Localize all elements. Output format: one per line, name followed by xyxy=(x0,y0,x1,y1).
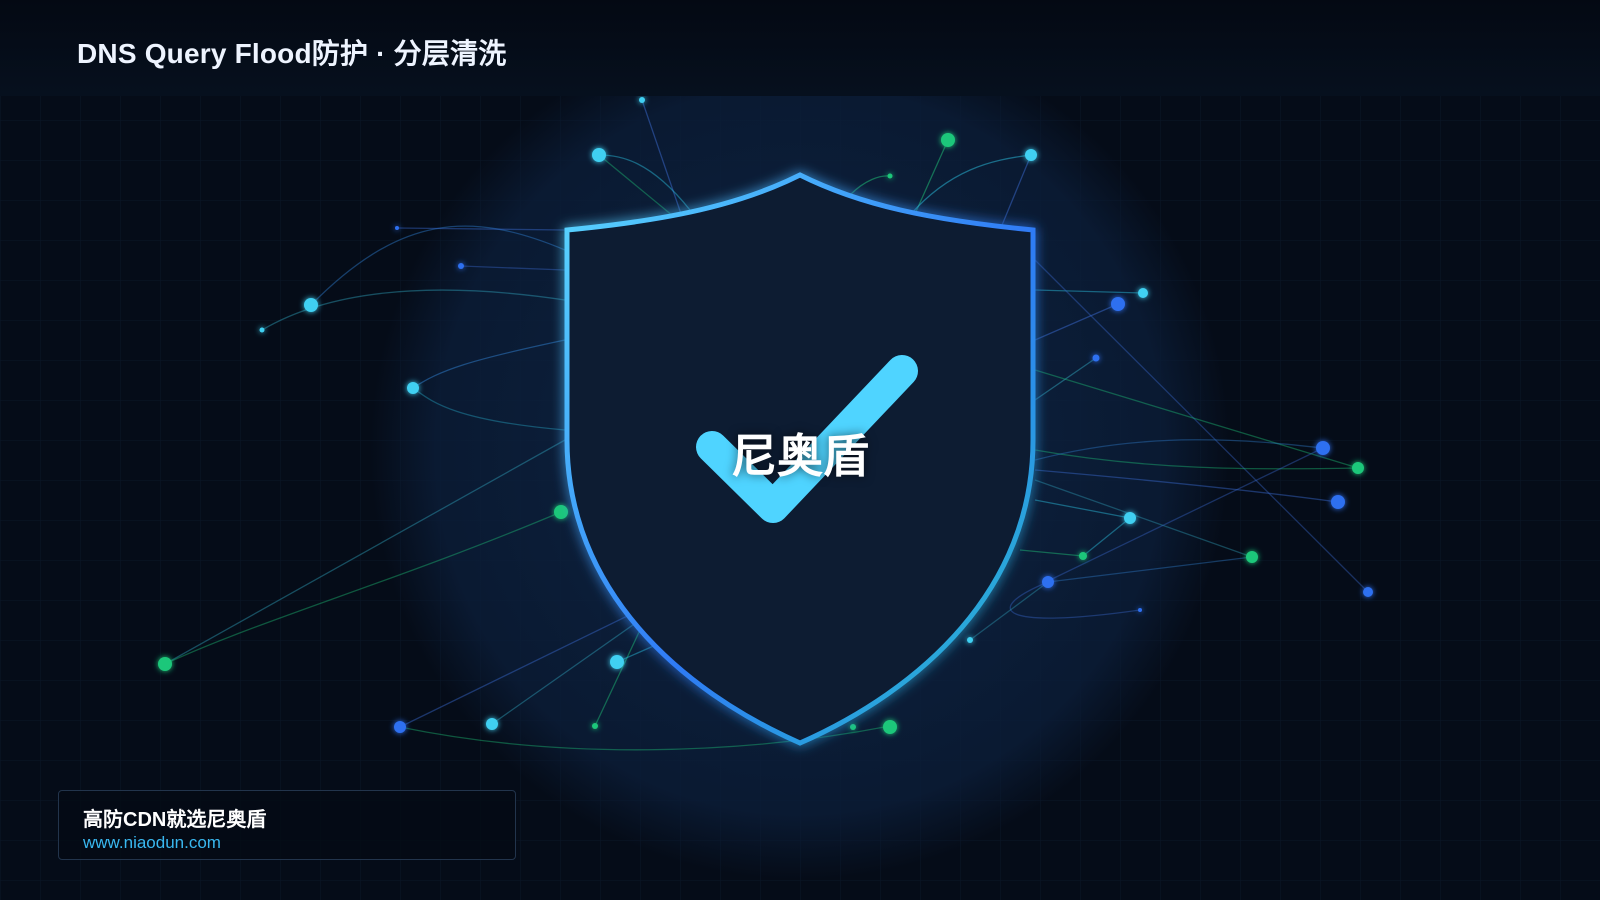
node xyxy=(407,382,419,394)
node xyxy=(458,263,464,269)
node xyxy=(1316,441,1330,455)
node xyxy=(1025,149,1037,161)
node xyxy=(941,133,955,147)
node xyxy=(850,724,856,730)
node xyxy=(592,723,598,729)
node xyxy=(554,505,568,519)
brand-box: 高防CDN就选尼奥盾 www.niaodun.com xyxy=(58,790,516,860)
page-title: DNS Query Flood防护 · 分层清洗 xyxy=(77,38,507,69)
node xyxy=(1042,576,1054,588)
node xyxy=(1124,512,1136,524)
node xyxy=(610,655,624,669)
brand-slogan: 高防CDN就选尼奥盾 xyxy=(83,809,267,831)
node xyxy=(1138,608,1142,612)
node xyxy=(1079,552,1087,560)
node xyxy=(1138,288,1148,298)
shield-label: 尼奥盾 xyxy=(731,430,869,482)
header-bar: DNS Query Flood防护 · 分层清洗 xyxy=(0,0,1600,96)
node xyxy=(592,148,606,162)
node xyxy=(394,721,406,733)
node xyxy=(304,298,318,312)
brand-url-link[interactable]: www.niaodun.com xyxy=(83,833,221,853)
node xyxy=(1352,462,1364,474)
node xyxy=(395,226,399,230)
node xyxy=(639,97,645,103)
node xyxy=(887,173,893,179)
node xyxy=(486,718,498,730)
node xyxy=(1331,495,1345,509)
node xyxy=(1246,551,1258,563)
node xyxy=(1111,297,1125,311)
node xyxy=(259,327,265,333)
node xyxy=(1363,587,1373,597)
node xyxy=(967,637,973,643)
node xyxy=(158,657,172,671)
node xyxy=(883,720,897,734)
node xyxy=(1092,354,1100,362)
